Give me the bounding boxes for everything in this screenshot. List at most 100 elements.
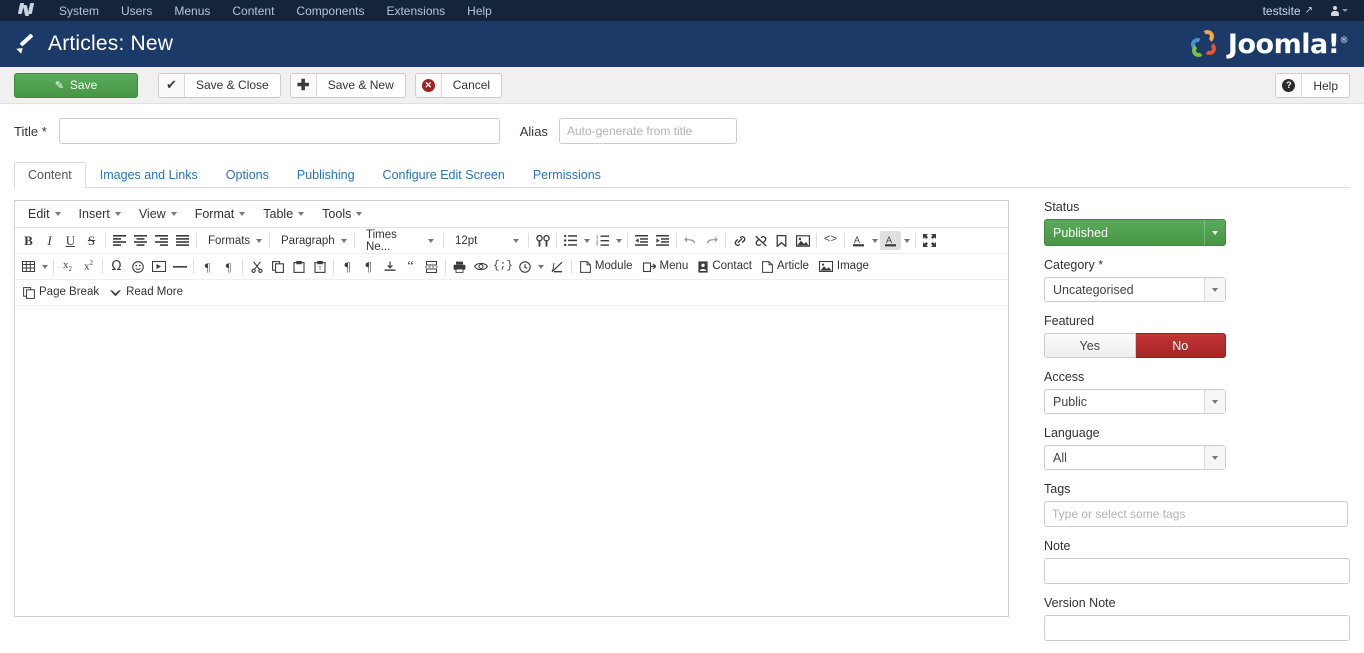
tab-configure-edit-screen[interactable]: Configure Edit Screen [369, 162, 519, 188]
superscript-icon[interactable]: x2 [78, 257, 99, 276]
access-select[interactable]: Public [1044, 389, 1226, 414]
alias-input[interactable] [558, 118, 737, 144]
preview-icon[interactable] [470, 257, 491, 276]
tab-content[interactable]: Content [14, 162, 86, 188]
menu-item-system[interactable]: System [48, 1, 110, 21]
bold-icon[interactable]: B [18, 231, 39, 250]
indent-icon[interactable] [652, 231, 673, 250]
insert-datetime-options-icon[interactable] [536, 257, 547, 276]
language-select[interactable]: All [1044, 445, 1226, 470]
font-size-dropdown[interactable]: 12pt [449, 231, 523, 250]
font-family-dropdown[interactable]: Times Ne... [360, 229, 438, 253]
menu-item-content[interactable]: Content [221, 1, 285, 21]
editor-menu-view[interactable]: View [130, 204, 186, 224]
bullet-list-options-icon[interactable] [581, 231, 592, 250]
underline-icon[interactable]: U [60, 231, 81, 250]
editor-menu-insert[interactable]: Insert [70, 204, 130, 224]
numbered-list-icon[interactable]: 123 [592, 231, 613, 250]
save-and-new-button[interactable]: ✚ Save & New [289, 72, 406, 98]
insert-datetime-icon[interactable] [515, 257, 536, 276]
editor-content-area[interactable] [15, 306, 1008, 616]
copy-icon[interactable] [267, 257, 288, 276]
nonbreaking-icon[interactable]: {;} [491, 257, 515, 276]
editor-menu-table[interactable]: Table [254, 204, 313, 224]
background-color-options-icon[interactable] [901, 231, 912, 250]
status-select[interactable]: Published [1044, 219, 1226, 246]
joomla-mark-icon[interactable] [17, 3, 35, 18]
unlink-icon[interactable] [750, 231, 771, 250]
insert-contact-button[interactable]: Contact [693, 257, 757, 276]
menu-item-users[interactable]: Users [110, 1, 163, 21]
note-input[interactable] [1044, 558, 1350, 584]
page-break-button[interactable]: Page Break [18, 283, 104, 302]
user-menu-button[interactable] [1323, 3, 1358, 19]
insert-module-button[interactable]: Module [575, 257, 638, 276]
align-center-icon[interactable] [130, 231, 151, 250]
insert-article-button[interactable]: Article [757, 257, 814, 276]
cancel-button[interactable]: ✕ Cancel [414, 72, 503, 98]
tab-options[interactable]: Options [212, 162, 283, 188]
bullet-list-icon[interactable] [560, 231, 581, 250]
align-left-icon[interactable] [109, 231, 130, 250]
title-input[interactable] [58, 118, 500, 144]
emoticon-icon[interactable] [127, 257, 148, 276]
image-icon[interactable] [792, 231, 813, 250]
insert-menu-button[interactable]: Menu [638, 257, 694, 276]
formats-dropdown[interactable]: Formats [202, 231, 264, 250]
print-icon[interactable] [449, 257, 470, 276]
table-icon[interactable] [18, 257, 39, 276]
menu-item-menus[interactable]: Menus [163, 1, 221, 21]
blockquote-icon[interactable]: “ [400, 257, 421, 276]
text-color-options-icon[interactable] [869, 231, 880, 250]
anchor-icon[interactable] [771, 231, 792, 250]
featured-no-button[interactable]: No [1135, 333, 1226, 358]
italic-icon[interactable]: I [39, 231, 60, 250]
outdent-icon[interactable] [631, 231, 652, 250]
fullscreen-icon[interactable] [919, 231, 940, 250]
redo-icon[interactable] [701, 231, 722, 250]
search-replace-icon[interactable] [532, 231, 553, 250]
category-select[interactable]: Uncategorised [1044, 277, 1226, 302]
tab-publishing[interactable]: Publishing [283, 162, 369, 188]
remove-format-icon[interactable]: I [547, 257, 568, 276]
special-character-icon[interactable]: Ω [106, 257, 127, 276]
ltr-icon[interactable]: ¶ [197, 257, 218, 276]
strikethrough-icon[interactable]: S [81, 231, 102, 250]
paste-text-icon[interactable]: T [309, 257, 330, 276]
read-more-button[interactable]: Read More [104, 283, 188, 302]
table-options-icon[interactable] [39, 257, 50, 276]
link-icon[interactable] [729, 231, 750, 250]
background-color-icon[interactable]: A [880, 231, 901, 250]
editor-menu-tools[interactable]: Tools [313, 204, 371, 224]
save-button[interactable]: ✎ Save [14, 72, 138, 98]
menu-item-extensions[interactable]: Extensions [375, 1, 456, 21]
text-color-icon[interactable]: A [848, 231, 869, 250]
version-note-input[interactable] [1044, 615, 1350, 641]
editor-menu-edit[interactable]: Edit [19, 204, 70, 224]
tab-permissions[interactable]: Permissions [519, 162, 615, 188]
numbered-list-options-icon[interactable] [613, 231, 624, 250]
source-code-icon[interactable]: <> [820, 231, 841, 250]
insert-image-button[interactable]: Image [814, 257, 874, 276]
cut-icon[interactable] [246, 257, 267, 276]
editor-menu-format[interactable]: Format [186, 204, 255, 224]
show-invisible-characters-icon[interactable]: ¶ [337, 257, 358, 276]
rtl-icon[interactable]: ¶ [218, 257, 239, 276]
paragraph-dropdown[interactable]: Paragraph [275, 231, 349, 250]
menu-item-components[interactable]: Components [285, 1, 375, 21]
align-justify-icon[interactable] [172, 231, 193, 250]
show-blocks-icon[interactable]: ¶ [358, 257, 379, 276]
paste-icon[interactable] [288, 257, 309, 276]
horizontal-rule-icon[interactable] [169, 257, 190, 276]
tab-images-and-links[interactable]: Images and Links [86, 162, 212, 188]
media-icon[interactable] [148, 257, 169, 276]
align-right-icon[interactable] [151, 231, 172, 250]
subscript-icon[interactable]: x2 [57, 257, 78, 276]
page-break-icon[interactable] [421, 257, 442, 276]
site-preview-link[interactable]: testsite ↗ [1255, 1, 1321, 21]
tags-input[interactable] [1044, 501, 1348, 527]
save-and-close-button[interactable]: ✔ Save & Close [158, 72, 281, 98]
featured-yes-button[interactable]: Yes [1044, 333, 1136, 358]
insert-template-icon[interactable] [379, 257, 400, 276]
menu-item-help[interactable]: Help [456, 1, 503, 21]
